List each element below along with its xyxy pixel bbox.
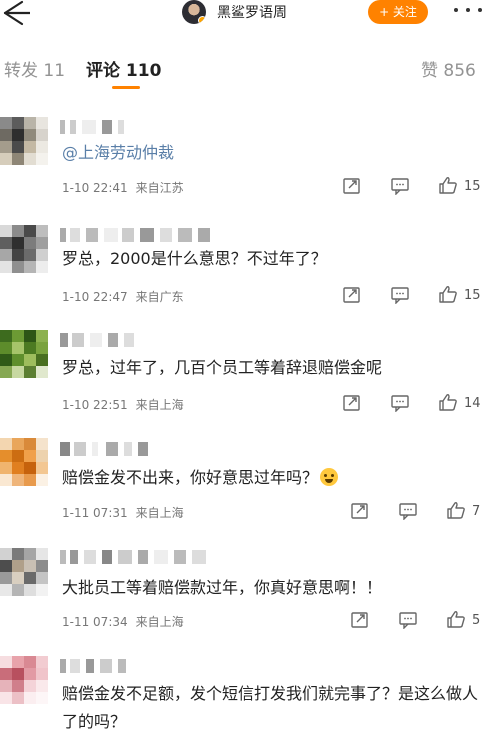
comment-meta: 1-10 22:41 来自江苏 [62,179,184,196]
like-count: 7 [472,504,481,519]
comment-meta: 1-11 07:31 来自上海 [62,504,184,521]
comment-time: 1-11 07:31 [62,506,128,520]
comment-time: 1-11 07:34 [62,615,128,629]
like-count: 5 [472,613,481,628]
commenter-avatar[interactable] [0,656,48,704]
comment-icon[interactable] [390,394,410,412]
comment-text[interactable]: 罗总，2000是什么意思？不过年了？ [62,245,482,273]
like-thumb-icon[interactable] [446,501,466,519]
comment-text[interactable]: 大批员工等着赔偿款过年，你真好意思啊！！ [62,574,482,602]
like-thumb-icon[interactable] [446,610,466,628]
comment-location: 来自上海 [135,506,184,520]
comment-location: 来自上海 [135,615,184,629]
comment-text-content: 赔偿金发不出来，你好意思过年吗？ [62,468,319,487]
like-count: 15 [464,288,481,303]
like-thumb-icon[interactable] [438,285,458,303]
commenter-nickname[interactable] [60,120,130,134]
follow-button[interactable]: + 关注 [368,0,428,24]
comment-icon[interactable] [398,611,418,629]
share-icon[interactable] [350,611,370,629]
share-icon[interactable] [342,286,362,304]
like-count: 14 [464,396,481,411]
commenter-avatar[interactable] [0,225,48,273]
back-arrow-icon[interactable] [0,0,30,26]
share-icon[interactable] [342,177,362,195]
comment-time: 1-10 22:41 [62,181,128,195]
commenter-nickname[interactable] [60,550,210,564]
comment-text[interactable]: @上海劳动仲裁 [62,139,482,167]
comment-text[interactable]: 罗总，过年了，几百个员工等着辞退赔偿金呢 [62,354,482,382]
comment-location: 来自上海 [135,398,184,412]
like-thumb-icon[interactable] [438,176,458,194]
commenter-nickname[interactable] [60,442,150,456]
comment-time: 1-10 22:51 [62,398,128,412]
commenter-nickname[interactable] [60,228,210,242]
comment-icon[interactable] [390,286,410,304]
commenter-avatar[interactable] [0,548,48,596]
like-count: 15 [464,179,481,194]
tab-reposts[interactable]: 转发 11 [4,56,65,81]
tab-comments[interactable]: 评论 110 [86,56,161,81]
comment-meta: 1-11 07:34 来自上海 [62,613,184,630]
commenter-nickname[interactable] [60,659,130,673]
verified-badge-icon [198,16,206,24]
comment-text[interactable]: 赔偿金发不足额，发个短信打发我们就完事了？是这么做人了的吗？ [62,680,480,734]
comment-meta: 1-10 22:51 来自上海 [62,396,184,413]
comment-icon[interactable] [398,502,418,520]
more-dots-icon[interactable] [452,8,482,16]
comment-meta: 1-10 22:47 来自广东 [62,288,184,305]
commenter-avatar[interactable] [0,330,48,378]
fearful-emoji-icon [320,468,339,486]
comment-time: 1-10 22:47 [62,290,128,304]
comment-location: 来自江苏 [135,181,184,195]
like-thumb-icon[interactable] [438,393,458,411]
tab-bar: 转发 11 评论 110 赞 856 [0,52,482,92]
user-avatar[interactable] [182,0,206,24]
comment-icon[interactable] [390,177,410,195]
top-bar: 黑鲨罗语周 + 关注 [0,0,482,30]
commenter-nickname[interactable] [60,333,135,347]
comment-location: 来自广东 [135,290,184,304]
commenter-avatar[interactable] [0,438,48,486]
comment-text[interactable]: 赔偿金发不出来，你好意思过年吗？ [62,464,482,492]
commenter-avatar[interactable] [0,117,48,165]
tab-likes[interactable]: 赞 856 [421,56,476,81]
username[interactable]: 黑鲨罗语周 [217,2,287,22]
share-icon[interactable] [350,502,370,520]
active-tab-indicator [112,86,140,89]
share-icon[interactable] [342,394,362,412]
